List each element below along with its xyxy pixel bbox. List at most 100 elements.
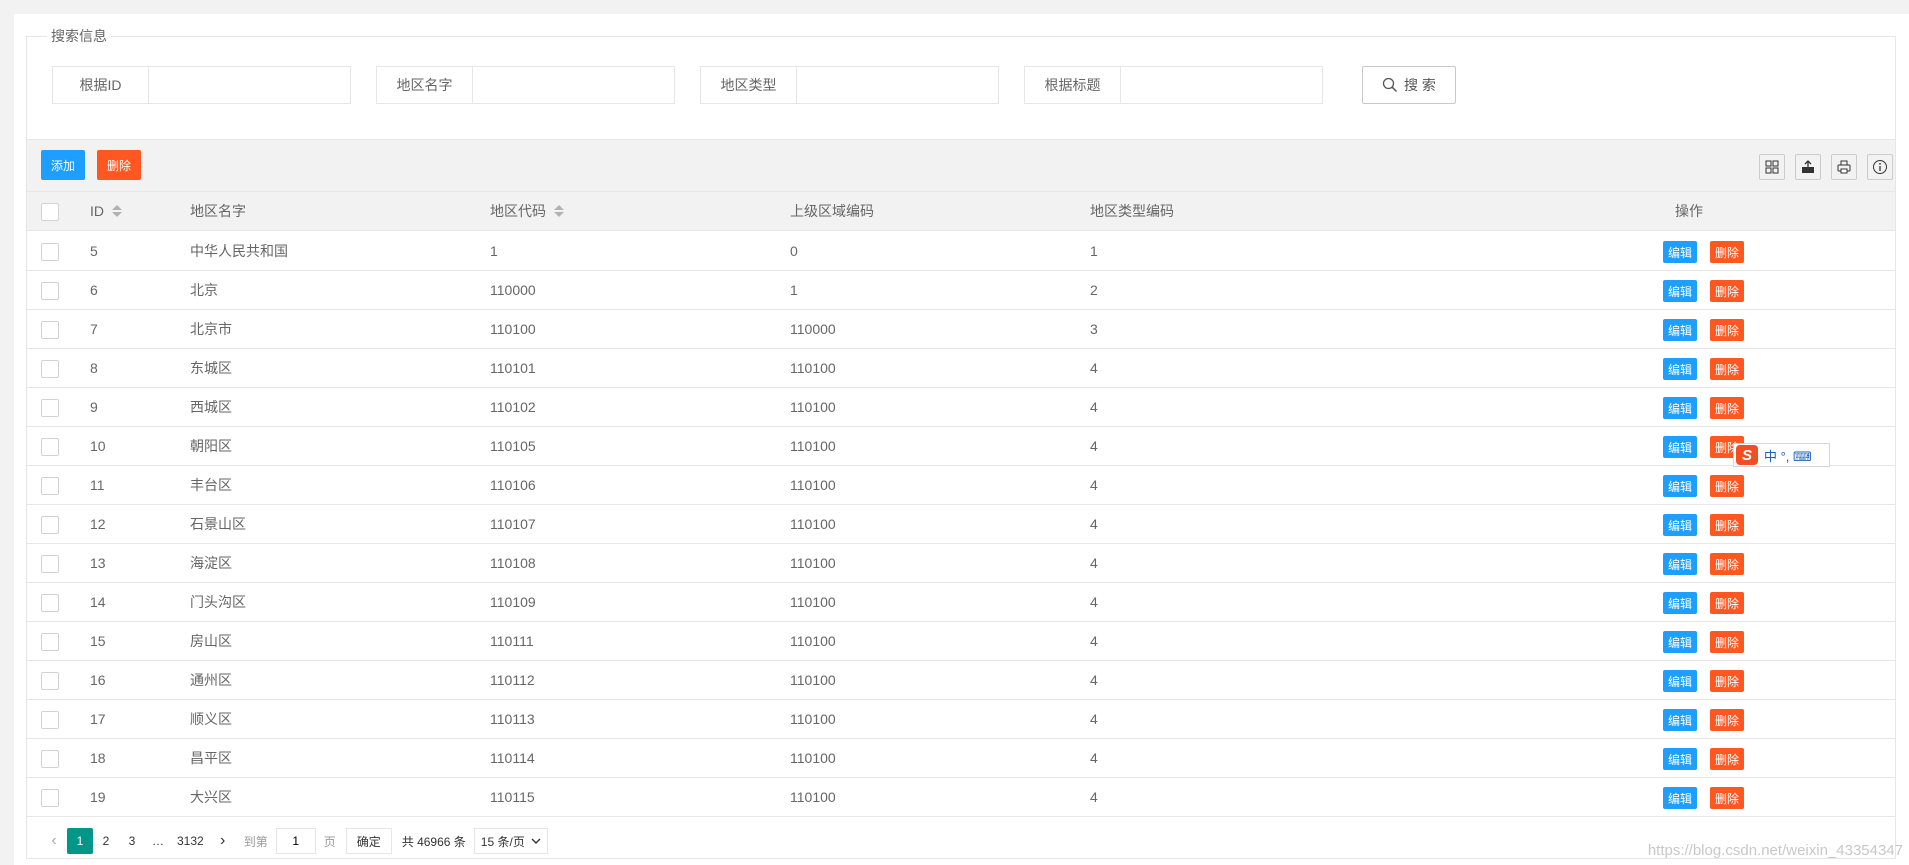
cell-type: 2 <box>1090 282 1098 298</box>
delete-button[interactable]: 删除 <box>1710 241 1744 263</box>
row-checkbox[interactable] <box>41 516 59 534</box>
row-checkbox[interactable] <box>41 243 59 261</box>
edit-button[interactable]: 编辑 <box>1663 553 1697 575</box>
edit-button[interactable]: 编辑 <box>1663 670 1697 692</box>
edit-button[interactable]: 编辑 <box>1663 397 1697 419</box>
edit-button[interactable]: 编辑 <box>1663 787 1697 809</box>
edit-button[interactable]: 编辑 <box>1663 514 1697 536</box>
search-region-name-input[interactable] <box>473 67 674 103</box>
row-checkbox[interactable] <box>41 360 59 378</box>
delete-button[interactable]: 删除 <box>1710 553 1744 575</box>
cell-type: 4 <box>1090 789 1098 805</box>
row-checkbox[interactable] <box>41 399 59 417</box>
delete-button[interactable]: 删除 <box>1710 748 1744 770</box>
info-icon[interactable] <box>1867 154 1893 180</box>
row-checkbox[interactable] <box>41 750 59 768</box>
row-checkbox[interactable] <box>41 477 59 495</box>
cell-type: 4 <box>1090 438 1098 454</box>
select-all-checkbox[interactable] <box>41 203 59 221</box>
cell-type: 4 <box>1090 516 1098 532</box>
confirm-button[interactable]: 确定 <box>345 828 392 854</box>
cell-name: 北京市 <box>190 321 232 337</box>
delete-button[interactable]: 删除 <box>1710 631 1744 653</box>
pagination: ‹ 1 2 3 … 3132 › 到第 页 确定 共 46966 条 15 条/… <box>27 823 1895 859</box>
cell-id: 18 <box>90 750 106 766</box>
cell-id: 13 <box>90 555 106 571</box>
columns-icon[interactable] <box>1759 154 1785 180</box>
row-checkbox[interactable] <box>41 633 59 651</box>
search-field-label: 根据ID <box>53 67 149 103</box>
cell-parent: 110100 <box>790 789 836 805</box>
goto-page-input[interactable] <box>275 828 316 854</box>
search-panel: 搜索信息 根据ID 地区名字 地区类型 根据标题 搜 索 <box>26 26 1896 144</box>
cell-type: 4 <box>1090 594 1098 610</box>
edit-button[interactable]: 编辑 <box>1663 358 1697 380</box>
edit-button[interactable]: 编辑 <box>1663 709 1697 731</box>
edit-button[interactable]: 编辑 <box>1663 592 1697 614</box>
cell-code: 110101 <box>490 360 536 376</box>
edit-button[interactable]: 编辑 <box>1663 475 1697 497</box>
edit-button[interactable]: 编辑 <box>1663 280 1697 302</box>
row-checkbox[interactable] <box>41 321 59 339</box>
edit-button[interactable]: 编辑 <box>1663 748 1697 770</box>
sort-icon[interactable] <box>554 205 564 217</box>
delete-button[interactable]: 删除 <box>1710 709 1744 731</box>
sort-icon[interactable] <box>112 205 122 217</box>
last-page-button[interactable]: 3132 <box>171 828 210 854</box>
search-button[interactable]: 搜 索 <box>1362 66 1456 104</box>
search-id-input[interactable] <box>149 67 350 103</box>
goto-label: 到第 <box>243 834 268 849</box>
cell-type: 3 <box>1090 321 1098 337</box>
edit-button[interactable]: 编辑 <box>1663 436 1697 458</box>
page-size-select[interactable]: 15 条/页 <box>473 828 548 854</box>
cell-type: 4 <box>1090 633 1098 649</box>
ime-toolbar[interactable]: S 中 °, ⌨ <box>1733 443 1830 467</box>
table-row: 18 昌平区 110114 110100 4 编辑 删除 <box>27 739 1895 778</box>
cell-code: 110113 <box>490 711 535 727</box>
page-button[interactable]: 1 <box>67 828 93 854</box>
table-row: 6 北京 110000 1 2 编辑 删除 <box>27 271 1895 310</box>
print-icon[interactable] <box>1831 154 1857 180</box>
delete-button[interactable]: 删除 <box>1710 397 1744 419</box>
cell-type: 4 <box>1090 399 1098 415</box>
search-region-type-input[interactable] <box>797 67 998 103</box>
row-checkbox[interactable] <box>41 555 59 573</box>
search-legend: 搜索信息 <box>47 26 111 46</box>
delete-button[interactable]: 删除 <box>1710 787 1744 809</box>
delete-button[interactable]: 删除 <box>1710 475 1744 497</box>
cell-parent: 110100 <box>790 711 836 727</box>
prev-page-button[interactable]: ‹ <box>41 828 67 854</box>
page-button[interactable]: 3 <box>119 828 145 854</box>
row-checkbox[interactable] <box>41 282 59 300</box>
cell-parent: 110100 <box>790 555 836 571</box>
header-id[interactable]: ID <box>90 192 122 230</box>
batch-delete-button[interactable]: 删除 <box>97 150 141 180</box>
edit-button[interactable]: 编辑 <box>1663 319 1697 341</box>
row-checkbox[interactable] <box>41 438 59 456</box>
row-checkbox[interactable] <box>41 711 59 729</box>
delete-button[interactable]: 删除 <box>1710 358 1744 380</box>
row-checkbox[interactable] <box>41 594 59 612</box>
delete-button[interactable]: 删除 <box>1710 514 1744 536</box>
header-code[interactable]: 地区代码 <box>490 192 564 230</box>
cell-name: 顺义区 <box>190 711 232 727</box>
cell-parent: 110100 <box>790 672 836 688</box>
delete-button[interactable]: 删除 <box>1710 319 1744 341</box>
cell-id: 12 <box>90 516 106 532</box>
row-checkbox[interactable] <box>41 789 59 807</box>
next-page-button[interactable]: › <box>210 828 236 854</box>
edit-button[interactable]: 编辑 <box>1663 241 1697 263</box>
edit-button[interactable]: 编辑 <box>1663 631 1697 653</box>
table-row: 8 东城区 110101 110100 4 编辑 删除 <box>27 349 1895 388</box>
add-button[interactable]: 添加 <box>41 150 85 180</box>
export-icon[interactable] <box>1795 154 1821 180</box>
page-button[interactable]: 2 <box>93 828 119 854</box>
search-title-input[interactable] <box>1121 67 1322 103</box>
delete-button[interactable]: 删除 <box>1710 670 1744 692</box>
cell-name: 门头沟区 <box>190 594 246 610</box>
delete-button[interactable]: 删除 <box>1710 280 1744 302</box>
data-table: 添加 删除 ID 地区名字 地区代码 上级区域编码 地区类型编码 操作 5 中华… <box>26 139 1896 859</box>
delete-button[interactable]: 删除 <box>1710 592 1744 614</box>
cell-code: 110102 <box>490 399 536 415</box>
row-checkbox[interactable] <box>41 672 59 690</box>
